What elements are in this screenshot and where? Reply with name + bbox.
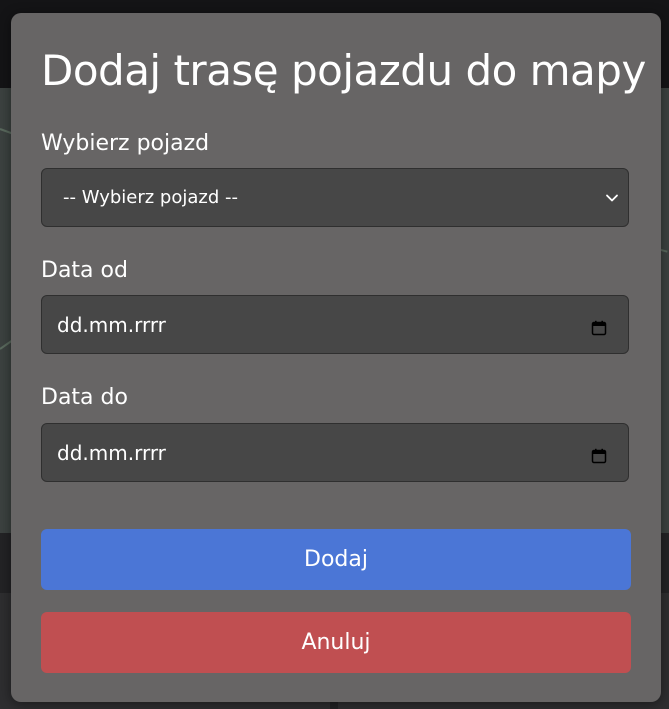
vehicle-select-value: -- Wybierz pojazd -- bbox=[63, 187, 238, 208]
vehicle-label: Wybierz pojazd bbox=[41, 131, 210, 156]
date-to-input[interactable]: dd.mm.rrrr bbox=[41, 423, 629, 482]
date-from-input[interactable]: dd.mm.rrrr bbox=[41, 295, 629, 354]
calendar-icon[interactable] bbox=[591, 445, 607, 463]
add-route-modal: Dodaj trasę pojazdu do mapy Wybierz poja… bbox=[11, 13, 661, 702]
cancel-button[interactable]: Anuluj bbox=[41, 612, 631, 673]
date-from-label: Data od bbox=[41, 258, 128, 283]
chevron-down-icon bbox=[605, 191, 619, 205]
vehicle-select[interactable]: -- Wybierz pojazd -- bbox=[41, 168, 629, 227]
date-from-value: dd.mm.rrrr bbox=[57, 312, 166, 337]
modal-title: Dodaj trasę pojazdu do mapy bbox=[41, 46, 646, 95]
date-to-value: dd.mm.rrrr bbox=[57, 440, 166, 465]
date-to-label: Data do bbox=[41, 385, 128, 410]
add-button[interactable]: Dodaj bbox=[41, 529, 631, 590]
calendar-icon[interactable] bbox=[591, 317, 607, 335]
